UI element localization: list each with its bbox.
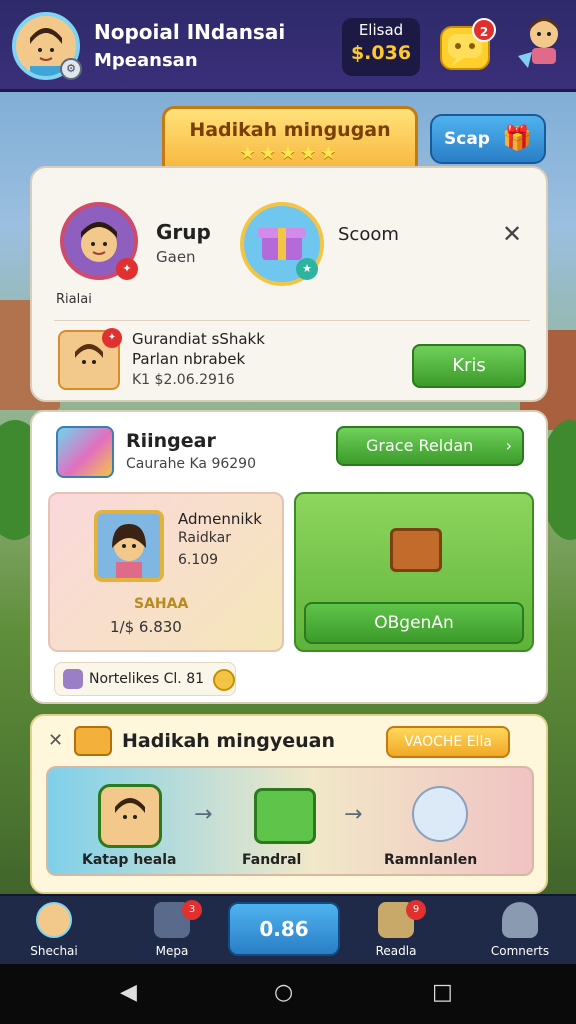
step-label: Ramnlanlen [384, 852, 478, 868]
nav-item-readla[interactable]: 9 Readla [356, 900, 436, 958]
step-avatar [98, 784, 162, 848]
profile-avatar-icon [36, 902, 72, 938]
system-navigation-bar: ◀ ○ □ [0, 964, 576, 1024]
nav-item-comments[interactable]: Comnerts [480, 902, 560, 958]
arrow-right-icon: → [344, 802, 363, 827]
group-badge-icon: ✦ [116, 258, 138, 280]
readla-badge: 9 [406, 900, 426, 920]
nav-item-profile[interactable]: Shechai [14, 902, 94, 958]
group-card: ✦ Grup Gaen Rialai ★ Scoom ✕ ✦ Gurandiat… [30, 166, 548, 402]
bottom-navigation: Shechai 3 Mepa 0.86 9 Readla Comnerts [0, 894, 576, 964]
group-subtitle: Gaen [156, 248, 196, 266]
bird-mascot-icon [412, 786, 468, 842]
chest-icon [74, 726, 112, 756]
friend-profile-button[interactable] [512, 12, 570, 74]
obgen-button[interactable]: OBgenAn [304, 602, 524, 644]
nav-label: Shechai [30, 944, 78, 958]
offer-avatar [94, 510, 164, 582]
weekly-reward-card: ✕ Hadikah mingyeuan VAOCHE Ella → → Kata… [30, 714, 548, 894]
offer-subtitle: Raidkar [178, 530, 231, 546]
stop-button-label: Scap [444, 129, 490, 149]
green-cube-icon [254, 788, 316, 844]
home-icon[interactable]: ○ [274, 980, 293, 1005]
guardian-line-3: K1 $2.06.2916 [132, 372, 235, 388]
open-item-panel[interactable]: OBgenAn [294, 492, 534, 652]
coin-value: $.036 [350, 42, 412, 64]
shop-title: Riingear [126, 430, 216, 452]
chat-notification-badge: 2 [472, 18, 496, 42]
treasure-chest-icon [56, 426, 114, 478]
coin-icon [213, 669, 235, 691]
scoom-title: Scoom [338, 224, 399, 245]
recents-icon[interactable]: □ [432, 980, 453, 1005]
offer-label: SAHAA [134, 596, 189, 612]
step-label: Fandral [242, 852, 302, 868]
notification-pill[interactable]: Nortelikes Cl. 81 [54, 662, 236, 696]
nav-label: Mepa [155, 944, 189, 958]
close-small-icon[interactable]: ✕ [48, 730, 63, 751]
scoom-badge-icon: ★ [296, 258, 318, 280]
boy-avatar-icon [115, 798, 145, 832]
group-note: Rialai [56, 292, 92, 307]
coin-label: Elisad [358, 21, 404, 39]
coin-balance[interactable]: Elisad $.036 [342, 18, 420, 76]
close-icon[interactable]: ✕ [502, 220, 522, 248]
nav-item-map[interactable]: 3 Mepa [132, 900, 212, 958]
reward-banner-title: Hadikah mingugan [189, 119, 391, 141]
arrow-right-icon: → [194, 802, 213, 827]
stop-button[interactable]: Scap 🎁 [430, 114, 546, 164]
notification-icon [63, 669, 83, 689]
guardian-badge-icon: ✦ [102, 328, 122, 348]
girl-avatar-icon [112, 524, 146, 578]
card-divider [54, 320, 530, 321]
kris-button[interactable]: Kris [412, 344, 526, 388]
nav-label: Comnerts [490, 944, 550, 958]
shop-card: Riingear Caurahe Ka 96290 Grace Reldan ›… [30, 410, 548, 704]
player-name: Nopoial INdansai [94, 20, 286, 44]
voucher-button[interactable]: VAOCHE Ella [386, 726, 510, 758]
offer-count: 6.109 [178, 552, 219, 568]
reward-stars: ★★★★★ [239, 143, 341, 164]
reward-steps-strip: → → Katap heala Fandral Ramnlanlen [46, 766, 534, 876]
gift-icon: 🎁 [502, 124, 532, 152]
friend-avatar-icon [518, 18, 558, 68]
top-bar: ⚙ Nopoial INdansai Mpeansan Elisad $.036… [0, 0, 576, 92]
center-play-button[interactable]: 0.86 [228, 902, 340, 956]
grace-reldan-button[interactable]: Grace Reldan › [336, 426, 524, 466]
grace-button-label: Grace Reldan [366, 436, 474, 455]
chevron-right-icon: › [505, 436, 512, 455]
map-badge: 3 [182, 900, 202, 920]
guardian-line-1: Gurandiat sShakk [132, 330, 265, 348]
guardian-line-2: Parlan nbrabek [132, 350, 246, 368]
settings-badge-icon[interactable]: ⚙ [60, 58, 82, 80]
shop-subtitle: Caurahe Ka 96290 [126, 456, 256, 472]
player-subtitle: Mpeansan [94, 50, 198, 71]
notification-text: Nortelikes Cl. 81 [89, 671, 205, 687]
back-icon[interactable]: ◀ [120, 980, 137, 1005]
group-title: Grup [156, 220, 211, 244]
reward-offer-panel[interactable]: Admennikk Raidkar 6.109 SAHAA 1/$ 6.830 [48, 492, 284, 652]
weekly-card-title: Hadikah mingyeuan [122, 730, 336, 752]
person-icon [502, 902, 538, 938]
nav-label: Readla [375, 944, 417, 958]
tv-chest-icon [390, 528, 442, 572]
step-label: Katap heala [82, 852, 177, 868]
offer-price: 1/$ 6.830 [110, 618, 182, 636]
offer-name: Admennikk [178, 510, 262, 528]
